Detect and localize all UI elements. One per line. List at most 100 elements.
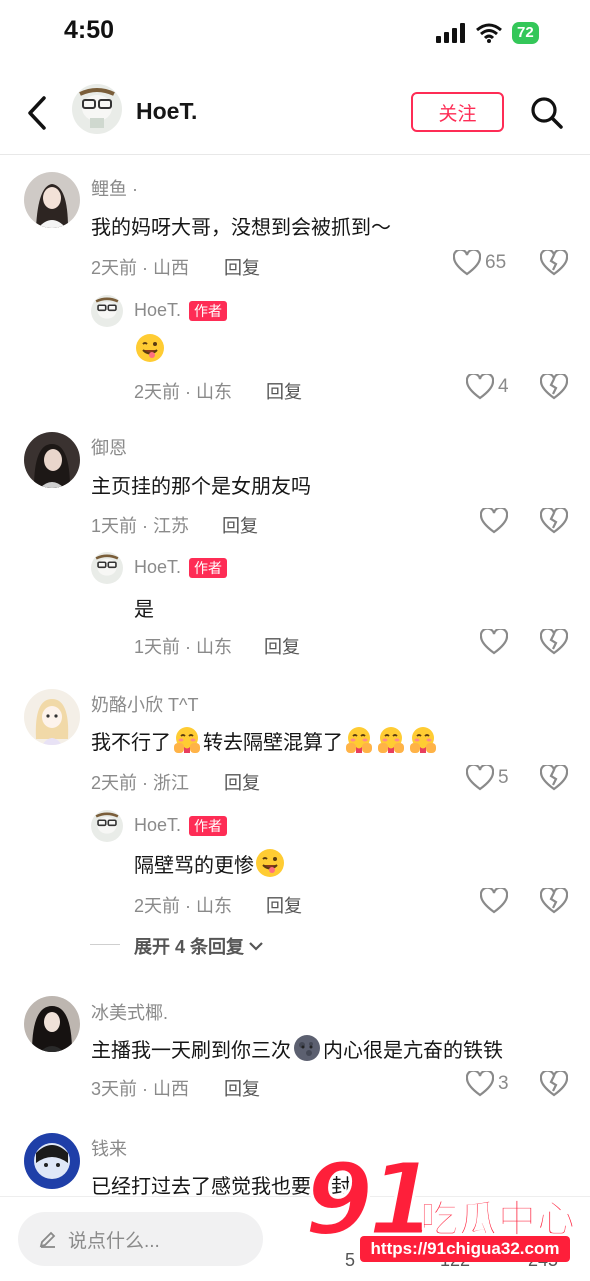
comment-text-part: 我不行了 <box>91 731 171 754</box>
reply-username-row: HoeT. 作者 <box>134 300 228 321</box>
reply-text: 是 <box>134 599 154 621</box>
reply-text-part: 隔壁骂的更惨 <box>134 854 254 877</box>
reply-meta: 1天前 · 山东 <box>134 637 233 657</box>
reply-username[interactable]: HoeT. <box>134 557 181 578</box>
heart-icon <box>466 1071 494 1097</box>
like-button[interactable]: 3 <box>466 1071 509 1097</box>
commenter-avatar[interactable] <box>24 1133 80 1189</box>
commenter-avatar[interactable] <box>24 689 80 745</box>
expand-divider <box>90 944 120 945</box>
comment-text-part: 转去隔壁混算了 <box>203 731 343 754</box>
header-divider <box>0 154 590 155</box>
dislike-button[interactable] <box>539 886 569 919</box>
broken-heart-icon <box>539 248 569 276</box>
comment-text: 我不行了 转去隔壁混算了 <box>91 725 439 755</box>
dislike-button[interactable] <box>539 627 569 660</box>
watermark-name: 吃瓜中心 <box>419 1199 577 1242</box>
hugging-face-emoji-icon <box>174 727 200 753</box>
broken-heart-icon <box>539 372 569 400</box>
dislike-button[interactable] <box>539 763 569 796</box>
commenter-avatar[interactable] <box>24 432 80 488</box>
comment-text-part: 主播我一天刷到你三次 <box>91 1039 291 1062</box>
reply-text <box>134 333 166 368</box>
broken-heart-icon <box>539 763 569 791</box>
comment-text: 我的妈呀大哥，没想到会被抓到～ <box>91 217 391 239</box>
header-avatar[interactable] <box>72 84 122 134</box>
like-button[interactable] <box>480 629 508 655</box>
author-avatar[interactable] <box>91 552 123 584</box>
expand-replies-label: 展开 4 条回复 <box>134 937 245 957</box>
author-badge: 作者 <box>189 557 228 578</box>
reply-button[interactable]: 回复 <box>224 1075 260 1101</box>
watermark-number: 91 <box>302 1141 438 1258</box>
reply-meta: 2天前 · 山东 <box>134 382 233 402</box>
heart-icon <box>453 250 481 276</box>
dislike-button[interactable] <box>539 1069 569 1102</box>
heart-icon <box>466 374 494 400</box>
comment-username[interactable]: 奶酪小欣 T^T <box>91 691 198 717</box>
like-count: 5 <box>498 767 509 788</box>
reply-username-row: HoeT. 作者 <box>134 557 228 578</box>
battery-indicator: 72 <box>512 22 539 44</box>
like-count: 3 <box>498 1073 509 1094</box>
search-icon <box>531 97 563 129</box>
author-avatar[interactable] <box>91 295 123 327</box>
watermark-url: https://91chigua32.com <box>360 1236 570 1262</box>
heart-icon <box>466 765 494 791</box>
like-button[interactable]: 65 <box>453 250 506 276</box>
comment-username[interactable]: 鲤鱼 · <box>91 175 138 201</box>
like-button[interactable] <box>480 888 508 914</box>
comment-input-placeholder: 说点什么... <box>68 1230 160 1252</box>
wifi-icon <box>476 23 502 43</box>
comment-meta: 3天前 · 山西 <box>91 1079 190 1099</box>
new-moon-face-emoji-icon <box>294 1035 320 1061</box>
reply-button[interactable]: 回复 <box>266 378 302 404</box>
dislike-button[interactable] <box>539 372 569 405</box>
comment-meta: 2天前 · 浙江 <box>91 773 190 793</box>
comment-username[interactable]: 御恩 <box>91 434 127 460</box>
comment-text: 主页挂的那个是女朋友吗 <box>91 476 311 498</box>
reply-button[interactable]: 回复 <box>222 512 258 538</box>
heart-icon <box>480 508 508 534</box>
reply-button[interactable]: 回复 <box>266 892 302 918</box>
search-button[interactable] <box>530 96 564 130</box>
signal-icon <box>436 23 465 43</box>
like-count: 4 <box>498 376 509 397</box>
back-button[interactable] <box>24 94 54 132</box>
comment-text-part: 内心很是亢奋的铁铁 <box>323 1039 503 1062</box>
pencil-icon <box>39 1231 56 1248</box>
commenter-avatar[interactable] <box>24 172 80 228</box>
reply-text: 隔壁骂的更惨 <box>134 848 286 878</box>
broken-heart-icon <box>539 506 569 534</box>
expand-replies-button[interactable]: 展开 4 条回复 <box>134 933 264 959</box>
hugging-face-emoji-icon <box>378 727 404 753</box>
author-badge: 作者 <box>189 815 228 836</box>
author-avatar[interactable] <box>91 810 123 842</box>
comment-text: 主播我一天刷到你三次 内心很是亢奋的铁铁 <box>91 1033 503 1063</box>
comment-meta: 1天前 · 江苏 <box>91 516 190 536</box>
comment-username[interactable]: 钱来 <box>91 1135 127 1161</box>
broken-heart-icon <box>539 886 569 914</box>
reply-username[interactable]: HoeT. <box>134 815 181 836</box>
like-count: 65 <box>485 252 507 273</box>
dislike-button[interactable] <box>539 248 569 281</box>
like-button[interactable]: 4 <box>466 374 509 400</box>
author-badge: 作者 <box>189 300 228 321</box>
broken-heart-icon <box>539 627 569 655</box>
comment-username[interactable]: 冰美式椰. <box>91 999 168 1025</box>
comment-input[interactable]: 说点什么... <box>18 1212 263 1266</box>
wink-tongue-emoji-icon <box>136 334 164 362</box>
reply-button[interactable]: 回复 <box>224 254 260 280</box>
heart-icon <box>480 629 508 655</box>
like-button[interactable]: 5 <box>466 765 509 791</box>
commenter-avatar[interactable] <box>24 996 80 1052</box>
hugging-face-emoji-icon <box>410 727 436 753</box>
reply-username[interactable]: HoeT. <box>134 300 181 321</box>
reply-button[interactable]: 回复 <box>224 769 260 795</box>
dislike-button[interactable] <box>539 506 569 539</box>
follow-button[interactable]: 关注 <box>411 92 504 132</box>
like-button[interactable] <box>480 508 508 534</box>
reply-button[interactable]: 回复 <box>264 633 300 659</box>
wink-tongue-emoji-icon <box>256 849 284 877</box>
header-username: HoeT. <box>136 98 198 124</box>
